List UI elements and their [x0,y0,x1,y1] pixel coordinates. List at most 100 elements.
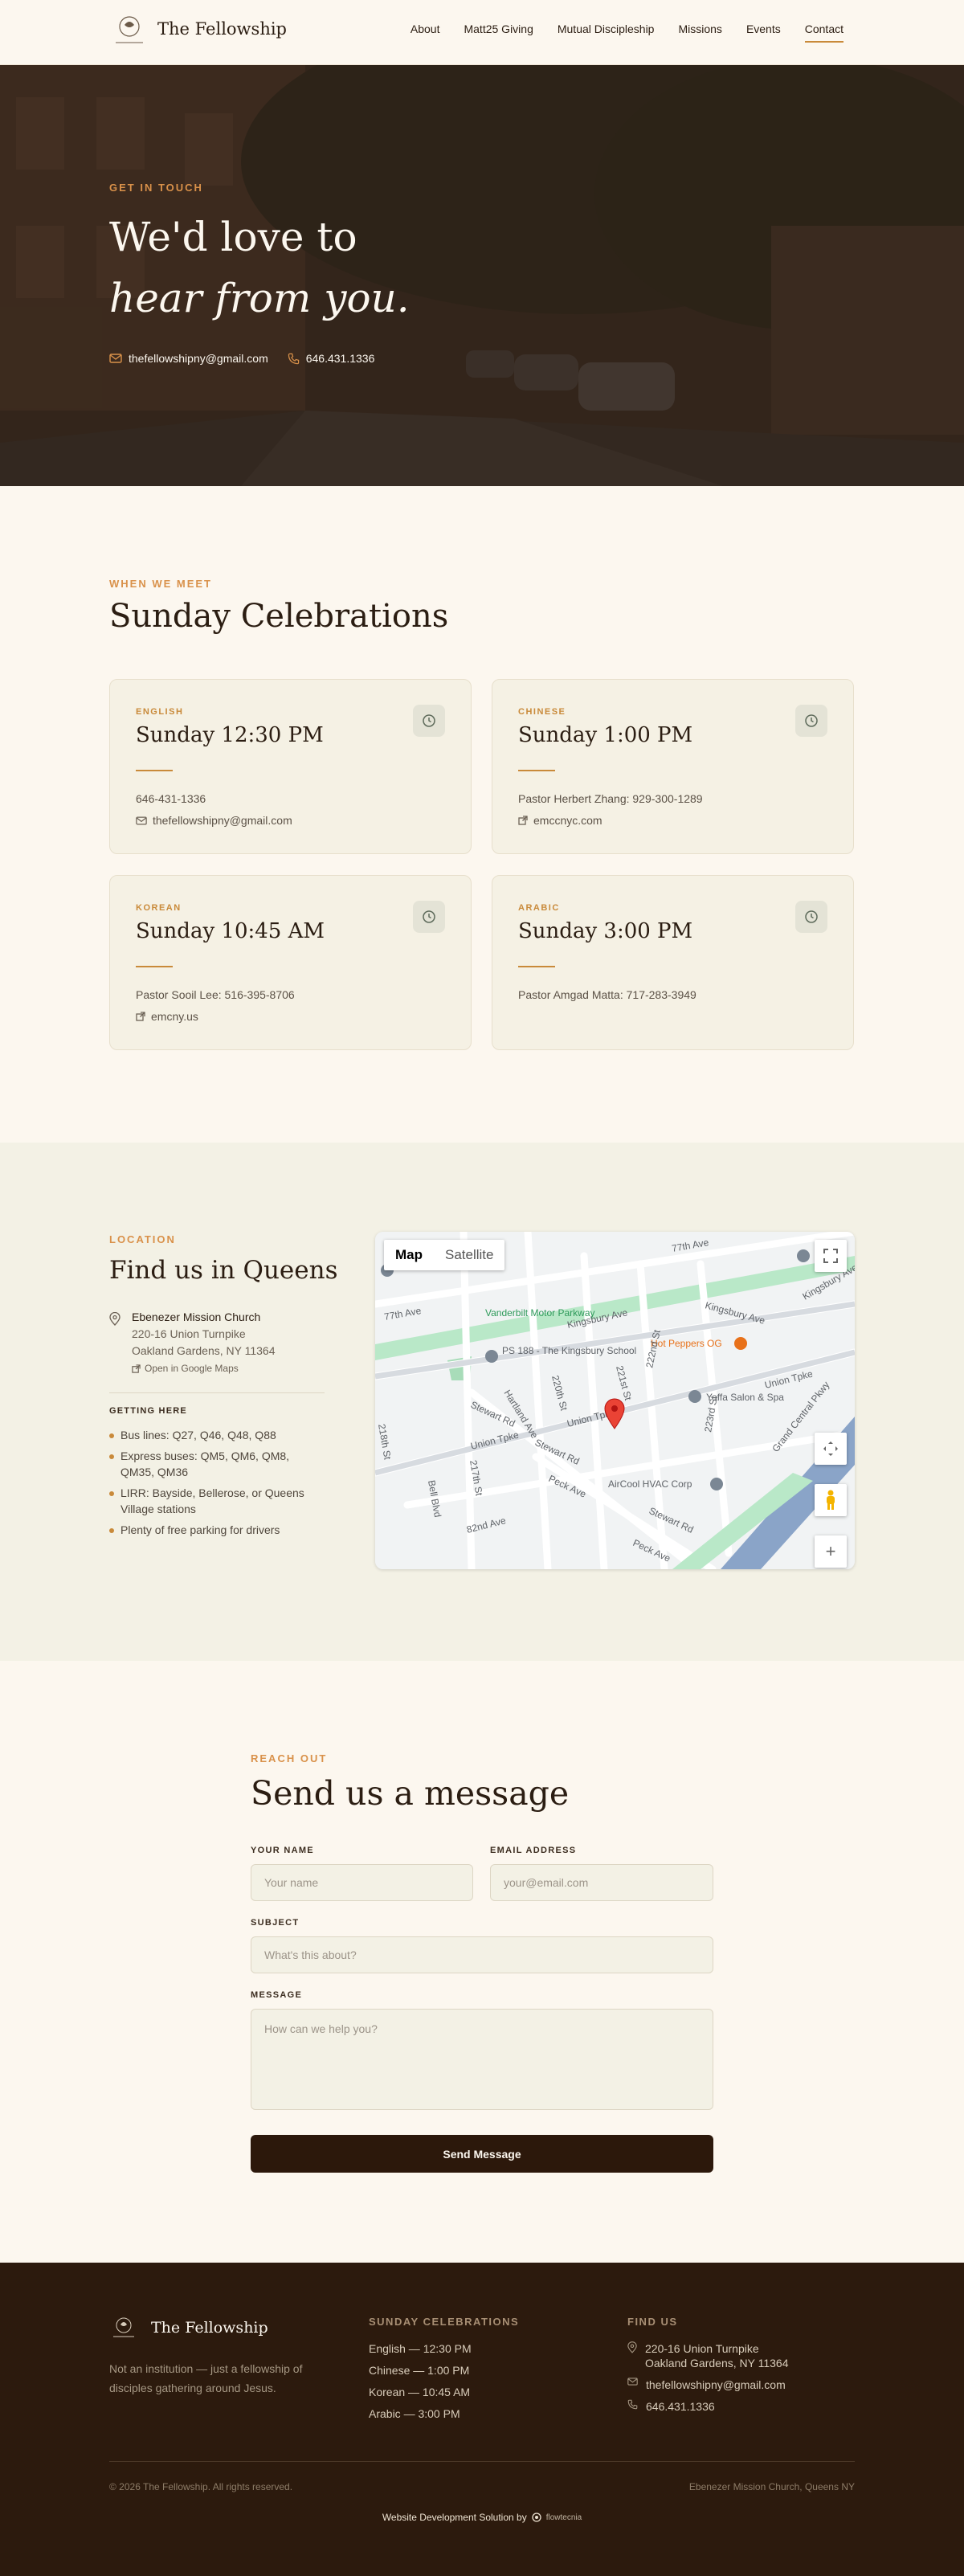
footer-address: 220-16 Union Turnpike Oakland Gardens, N… [627,2341,789,2370]
move-camera-icon [823,1441,838,1456]
clock-icon [413,705,445,737]
service-link-text: emcny.us [151,1010,198,1023]
zoom-in-button[interactable]: + [815,1535,847,1568]
google-map[interactable]: 77th Ave 77th Ave Kingsbury Ave Kingsbur… [375,1232,855,1569]
footer-address-line2: Oakland Gardens, NY 11364 [645,2357,789,2370]
maps-link-text: Open in Google Maps [145,1363,239,1374]
hero-email: thefellowshipny@gmail.com [129,352,268,365]
email-label: EMAIL ADDRESS [490,1846,577,1855]
footer-logo[interactable] [109,2316,138,2340]
footer-tagline: Not an institution — just a fellowship o… [109,2362,303,2394]
hero-email-link[interactable]: thefellowshipny@gmail.com [109,352,268,365]
nav-link-matt25-giving[interactable]: Matt25 Giving [464,22,533,43]
clock-icon [795,901,827,933]
location-eyebrow: LOCATION [109,1233,176,1245]
footer-email-link[interactable]: thefellowshipny@gmail.com [627,2378,789,2392]
service-contact: Pastor Herbert Zhang: 929-300-1289 [518,792,703,805]
mail-icon [136,816,147,824]
nav-link-contact[interactable]: Contact [804,22,844,43]
footer-location-note: Ebenezer Mission Church, Queens NY [688,2481,855,2492]
footer-brand[interactable]: The Fellowship [151,2319,268,2337]
hero-phone-link[interactable]: 646.431.1336 [288,352,375,365]
footer-address-text: 220-16 Union Turnpike Oakland Gardens, N… [645,2341,789,2370]
fellowship-logo[interactable] [109,14,149,47]
map-canvas[interactable]: 77th Ave 77th Ave Kingsbury Ave Kingsbur… [375,1232,855,1569]
service-time: Sunday 12:30 PM [136,723,324,747]
list-item: English — 12:30 PM [369,2342,472,2355]
getting-here-heading: GETTING HERE [109,1406,187,1416]
service-contact[interactable]: 646-431-1336 [136,792,206,805]
hero-content: GET IN TOUCH We'd love to hear from you.… [0,65,964,486]
accent-rule [518,966,555,967]
service-card-english: ENGLISH Sunday 12:30 PM 646-431-1336 the… [109,679,472,854]
accent-rule [136,966,173,967]
service-language: ENGLISH [136,707,184,717]
phone-icon [627,2399,638,2410]
service-link[interactable]: emcny.us [136,1010,198,1023]
nav-link-events[interactable]: Events [746,22,781,43]
developer-credit[interactable]: Website Development Solution by flowtecn… [0,2512,964,2523]
list-item: Chinese — 1:00 PM [369,2364,470,2377]
service-card-korean: KOREAN Sunday 10:45 AM Pastor Sooil Lee:… [109,875,472,1050]
clock-icon [795,705,827,737]
footer-sunday-heading: SUNDAY CELEBRATIONS [369,2316,520,2328]
poi-restaurant-icon [734,1337,747,1350]
email-field[interactable]: your@email.com [490,1864,713,1901]
phone-icon [288,353,299,364]
credit-text: Website Development Solution by [382,2512,527,2523]
map-tab[interactable]: Map [384,1240,434,1270]
footer-phone: 646.431.1336 [646,2400,715,2413]
satellite-tab[interactable]: Satellite [434,1240,504,1270]
open-in-google-maps-link[interactable]: Open in Google Maps [132,1363,239,1374]
send-message-button[interactable]: Send Message [251,2135,713,2173]
map-label: PS 188 - The Kingsbury School [502,1345,636,1356]
service-contact: Pastor Sooil Lee: 516-395-8706 [136,988,295,1001]
name-label: YOUR NAME [251,1846,314,1855]
service-card-arabic: ARABIC Sunday 3:00 PM Pastor Amgad Matta… [492,875,854,1050]
message-textarea[interactable]: How can we help you? [251,2009,713,2110]
form-title: Send us a message [251,1774,570,1813]
hero-contact: thefellowshipny@gmail.com 646.431.1336 [109,352,374,365]
camera-control-button[interactable] [815,1433,847,1465]
hero-eyebrow: GET IN TOUCH [109,182,203,194]
flowtecnia-logo-icon [532,2513,541,2522]
street-view-pegman[interactable] [815,1484,847,1516]
service-link-text: thefellowshipny@gmail.com [153,814,292,827]
service-link[interactable]: emccnyc.com [518,814,602,827]
poi-icon [797,1249,810,1262]
nav-link-mutual-discipleship[interactable]: Mutual Discipleship [558,22,655,43]
fullscreen-button[interactable] [815,1240,847,1272]
service-link-text: emccnyc.com [533,814,602,827]
plus-icon: + [825,1541,836,1561]
service-link[interactable]: thefellowshipny@gmail.com [136,814,292,827]
service-time: Sunday 10:45 AM [136,919,325,943]
external-link-icon [136,1012,145,1021]
subject-field[interactable]: What's this about? [251,1936,713,1973]
directions-list: Bus lines: Q27, Q46, Q48, Q88 Express bu… [109,1427,325,1543]
poi-business-icon [710,1478,723,1490]
footer-divider [109,2461,855,2462]
poi-salon-icon [688,1390,701,1403]
top-nav: The Fellowship About Matt25 Giving Mutua… [0,0,964,65]
nav-links: About Matt25 Giving Mutual Discipleship … [411,22,844,43]
footer-phone-link[interactable]: 646.431.1336 [627,2399,789,2414]
hero-title: We'd love to hear from you. [109,206,410,329]
clock-icon [413,901,445,933]
service-language: ARABIC [518,903,560,913]
list-item: LIRR: Bayside, Bellerose, or Queens Vill… [109,1485,325,1517]
map-pin-icon [109,1312,120,1326]
map-type-toggle: Map Satellite [384,1240,505,1270]
nav-link-about[interactable]: About [411,22,440,43]
service-language: CHINESE [518,707,566,717]
list-item: Plenty of free parking for drivers [109,1522,325,1538]
nav-link-missions[interactable]: Missions [678,22,721,43]
service-language: KOREAN [136,903,182,913]
mail-icon [627,2378,638,2386]
hero-phone: 646.431.1336 [305,352,375,365]
service-time: Sunday 3:00 PM [518,919,693,943]
divider [109,1392,325,1393]
hero-title-line1: We'd love to [109,214,357,260]
name-field[interactable]: Your name [251,1864,473,1901]
brand-name[interactable]: The Fellowship [157,19,287,39]
message-label: MESSAGE [251,1990,303,2000]
